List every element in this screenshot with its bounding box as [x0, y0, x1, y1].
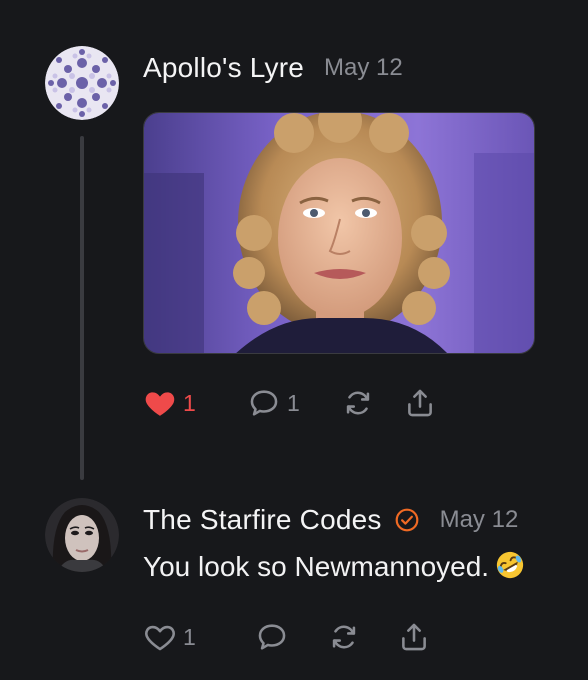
post-actions: 1	[143, 620, 431, 654]
avatar[interactable]	[45, 46, 119, 120]
repost-icon	[346, 391, 370, 415]
post-date[interactable]: May 12	[324, 54, 403, 82]
repost-icon	[332, 625, 356, 649]
post-date[interactable]: May 12	[440, 506, 519, 534]
like-count: 1	[183, 389, 196, 416]
like-button[interactable]: 1	[143, 620, 255, 654]
heart-filled-icon	[145, 392, 175, 416]
avatar[interactable]	[45, 498, 119, 572]
speech-bubble-icon	[258, 624, 286, 650]
heart-outline-icon	[145, 625, 175, 651]
repost-button[interactable]	[341, 386, 403, 420]
post-image[interactable]	[143, 112, 535, 354]
share-button[interactable]	[397, 620, 431, 654]
share-button[interactable]	[403, 386, 437, 420]
thread-connector-line	[80, 136, 84, 480]
reply-button[interactable]: 1	[247, 386, 341, 420]
reply-button[interactable]	[255, 620, 327, 654]
share-icon	[408, 389, 432, 417]
speech-bubble-icon	[250, 390, 278, 416]
post-text-content: You look so Newmannoyed.	[143, 551, 490, 582]
post-actions: 1 1	[143, 386, 437, 420]
post-text: You look so Newmannoyed.	[143, 550, 525, 583]
verified-badge-icon	[395, 508, 418, 532]
author-name[interactable]: Apollo's Lyre	[143, 52, 304, 84]
author-name[interactable]: The Starfire Codes	[143, 504, 382, 536]
repost-button[interactable]	[327, 620, 397, 654]
like-count: 1	[183, 623, 196, 650]
rolling-on-the-floor-laughing-emoji-icon	[496, 551, 524, 579]
like-button[interactable]: 1	[143, 386, 247, 420]
thread-view: Apollo's Lyre May 12 1 1 The Starfire Co…	[0, 0, 588, 680]
post-header: The Starfire Codes May 12	[143, 504, 518, 536]
share-icon	[402, 623, 426, 651]
post-header: Apollo's Lyre May 12	[143, 52, 403, 84]
reply-count: 1	[287, 389, 300, 416]
